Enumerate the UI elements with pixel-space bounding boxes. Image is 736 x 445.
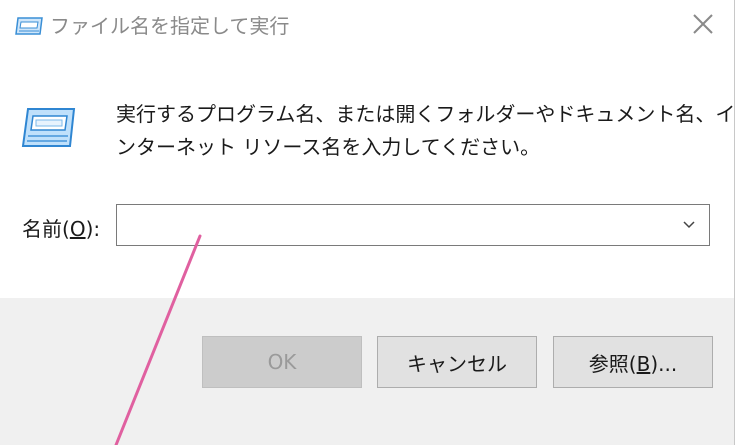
instruction-text: 実行するプログラム名、または開くフォルダーやドキュメント名、イ ンターネット リ… [116, 98, 736, 164]
cancel-button[interactable]: キャンセル [377, 336, 537, 388]
title-bar[interactable]: ファイル名を指定して実行 [0, 0, 734, 56]
instruction-line-2: ンターネット リソース名を入力してください。 [116, 135, 541, 159]
name-label-prefix: 名前( [22, 217, 70, 241]
name-label: 名前(O): [22, 214, 100, 244]
run-dialog-icon [14, 16, 44, 36]
instruction-line-1: 実行するプログラム名、または開くフォルダーやドキュメント名、イ [116, 102, 736, 126]
close-button[interactable] [672, 0, 734, 52]
cancel-button-label: キャンセル [407, 351, 507, 376]
browse-button-label: 参照(B)... [589, 348, 677, 377]
ok-button-label: OK [267, 350, 297, 374]
name-label-accelerator: O [69, 217, 86, 241]
run-dialog: ファイル名を指定して実行 実行するプログラム名、または開くフォルダーやドキュメン… [0, 0, 735, 445]
name-combobox[interactable] [116, 204, 710, 246]
browse-label-suffix: )... [650, 351, 678, 376]
chevron-down-icon[interactable] [681, 217, 697, 233]
ok-button[interactable]: OK [202, 336, 362, 388]
browse-label-prefix: 参照( [588, 351, 637, 376]
run-dialog-icon [20, 106, 76, 150]
name-label-suffix: ): [85, 217, 101, 241]
window-title: ファイル名を指定して実行 [50, 14, 290, 38]
browse-label-accelerator: B [636, 351, 651, 376]
browse-button[interactable]: 参照(B)... [553, 336, 713, 388]
button-bar: OK キャンセル 参照(B)... [0, 298, 734, 445]
close-icon [692, 13, 714, 39]
name-input[interactable] [125, 205, 665, 245]
dialog-content: 実行するプログラム名、または開くフォルダーやドキュメント名、イ ンターネット リ… [0, 56, 736, 298]
